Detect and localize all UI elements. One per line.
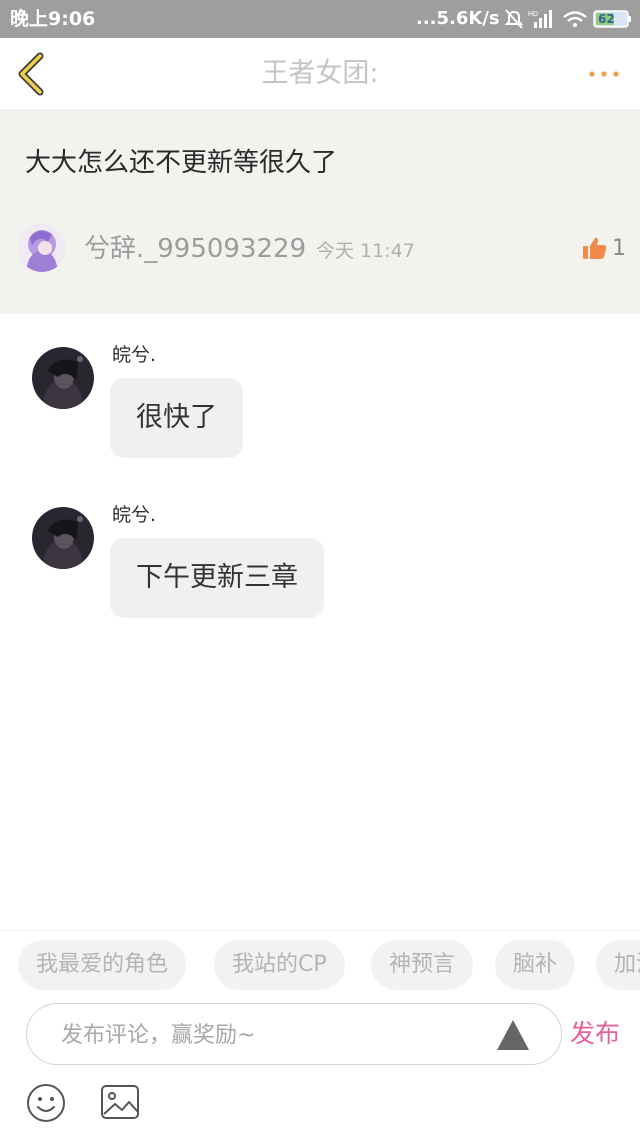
svg-text:HD: HD [528, 11, 538, 18]
nav-header: 王者女团: [0, 38, 640, 111]
publish-button[interactable]: 发布 [570, 1018, 620, 1050]
reply-author-name[interactable]: 皖兮. [112, 343, 156, 367]
mute-bell-icon [504, 9, 524, 29]
quick-tags-bar: 我最爱的角色 我站的CP 神预言 脑补 加油 [0, 930, 640, 1001]
battery-level: 62 [598, 12, 615, 26]
signal-icon: HD [528, 10, 552, 28]
original-post: 大大怎么还不更新等很久了 兮辞._995093229 今天 11:47 1 [0, 111, 640, 314]
like-count: 1 [612, 236, 626, 261]
reply-avatar[interactable] [32, 507, 94, 569]
tag-chip[interactable]: 加油 [596, 940, 640, 990]
page-title: 王者女团: [261, 58, 379, 89]
post-author-avatar[interactable] [18, 224, 66, 272]
more-dots-icon [589, 71, 619, 77]
tag-chip[interactable]: 神预言 [371, 940, 474, 990]
tag-chip[interactable]: 脑补 [495, 940, 576, 990]
back-button[interactable] [12, 50, 56, 98]
chevron-left-icon [18, 52, 44, 96]
triangle-icon [497, 1020, 529, 1050]
more-button[interactable] [586, 62, 622, 86]
status-time: 晚上9:06 [10, 8, 96, 30]
reply-bubble: 下午更新三章 [110, 538, 324, 618]
wifi-icon [563, 11, 587, 27]
thumbs-up-icon[interactable] [582, 235, 608, 261]
tag-chip[interactable]: 我站的CP [214, 940, 345, 990]
tag-chip[interactable]: 我最爱的角色 [18, 940, 187, 990]
post-author-name[interactable]: 兮辞._995093229 [84, 233, 306, 265]
reply-bubble: 很快了 [110, 378, 243, 458]
comment-input[interactable] [59, 1016, 463, 1054]
post-text: 大大怎么还不更新等很久了 [25, 148, 338, 178]
reply-author-name[interactable]: 皖兮. [112, 503, 156, 527]
reply-avatar[interactable] [32, 347, 94, 409]
network-speed: ...5.6K/s [416, 8, 500, 29]
post-timestamp: 今天 11:47 [316, 240, 415, 262]
emoji-button[interactable] [26, 1083, 66, 1123]
triangle-button[interactable] [495, 1018, 531, 1052]
smiley-icon [27, 1084, 65, 1122]
comment-input-box [26, 1003, 562, 1065]
image-button[interactable] [100, 1084, 140, 1120]
image-icon [101, 1085, 139, 1119]
